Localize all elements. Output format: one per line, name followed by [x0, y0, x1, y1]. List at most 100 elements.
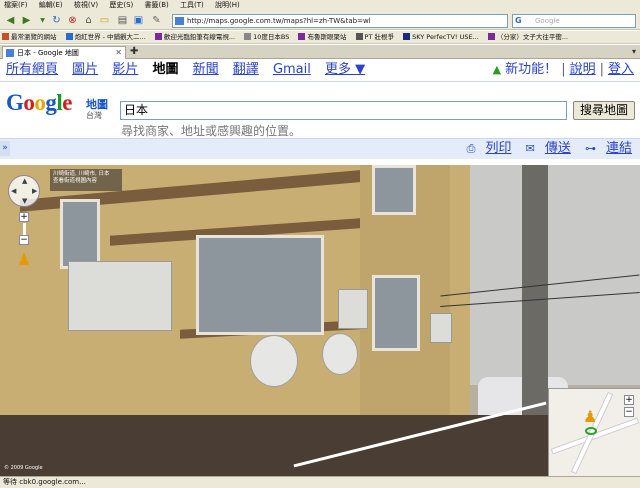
air-conditioner	[430, 313, 452, 343]
nav-link-images[interactable]: 圖片	[72, 62, 98, 77]
browser-tab[interactable]: 日本 - Google 地圖 ✕	[2, 46, 126, 59]
window-icon[interactable]: ▣	[132, 14, 145, 27]
bookmark-icon	[298, 33, 306, 40]
url-field[interactable]: http://maps.google.com.tw/maps?hl=zh-TW&…	[172, 14, 508, 28]
air-conditioner	[68, 261, 172, 331]
street-view-panorama[interactable]: 川崎街道, 川崎市, 日本 查看街道視圖內容 ▲ ▼ ◀ ▶ + − ♟ © 2…	[0, 165, 640, 476]
browser-menubar: 檔案(F) 編輯(E) 檢視(V) 歷史(S) 書籤(B) 工具(T) 說明(H…	[0, 0, 640, 11]
pan-left-icon[interactable]: ◀	[11, 187, 16, 195]
bookmark-icon	[244, 33, 252, 40]
back-arrow-icon[interactable]: ◀	[4, 14, 17, 27]
tab-favicon-icon	[6, 49, 14, 57]
bookmark-item[interactable]: 炮紅世界 - 中鋪觀大二...	[65, 33, 146, 41]
bookmark-item[interactable]: 10度日本BS	[244, 33, 289, 41]
nav-link-maps-active: 地圖	[152, 62, 179, 77]
menu-history[interactable]: 歷史(S)	[109, 1, 133, 9]
mini-map[interactable]: + − ♟	[548, 388, 640, 476]
search-hint: 尋找商家、地址或感興趣的位置。	[121, 124, 302, 138]
window	[372, 165, 416, 215]
bookmark-item[interactable]: SKY PerfecTV! USE...	[403, 33, 479, 41]
nav-link-translate[interactable]: 翻譯	[233, 62, 259, 77]
browser-navbar: ◀ ▶ ▼ ↻ ⊗ ⌂ ▭ ▤ ▣ ✎ http://maps.google.c…	[0, 11, 640, 30]
pegman-icon[interactable]: ♟	[15, 249, 33, 271]
menu-view[interactable]: 檢視(V)	[74, 1, 98, 9]
forward-arrow-icon[interactable]: ▶	[20, 14, 33, 27]
page-icon[interactable]: ▤	[116, 14, 129, 27]
nav-link-videos[interactable]: 影片	[112, 62, 138, 77]
zoom-slider[interactable]	[23, 223, 26, 235]
bookmark-icon	[65, 33, 73, 40]
collapse-panel-icon[interactable]: »	[0, 141, 10, 156]
print-icon[interactable]: ⎙	[467, 142, 476, 155]
close-tab-icon[interactable]: ✕	[115, 47, 122, 59]
pan-control[interactable]: ▲ ▼ ◀ ▶	[8, 175, 40, 207]
site-favicon-icon	[175, 17, 184, 25]
tag-icon[interactable]: ✎	[150, 14, 163, 27]
bookmark-icon	[403, 33, 411, 40]
satellite-dish	[322, 333, 358, 375]
new-feature-link[interactable]: 新功能！	[505, 62, 557, 77]
new-feature-flask-icon: ▲	[492, 63, 502, 76]
folder-icon[interactable]: ▭	[98, 14, 111, 27]
google-search-engine-icon[interactable]: G	[515, 16, 525, 26]
mail-icon[interactable]: ✉	[526, 142, 535, 155]
print-link[interactable]: 列印	[485, 141, 511, 156]
mini-map-location-ring-icon	[585, 427, 597, 435]
bookmark-item[interactable]: （分家）文子大往平衝...	[487, 33, 568, 41]
street-view-details-link[interactable]: 查看街道視圖內容	[53, 178, 119, 185]
link-chain-icon[interactable]: ⊶	[585, 142, 596, 155]
reload-icon[interactable]: ↻	[50, 14, 63, 27]
google-logo[interactable]: Google	[6, 91, 72, 115]
menu-edit[interactable]: 編輯(E)	[39, 1, 63, 9]
menu-tools[interactable]: 工具(T)	[180, 1, 204, 9]
google-nav-bar: 所有網頁 圖片 影片 地圖 新聞 翻譯 Gmail 更多 ▼ ▲ 新功能！ | 說明…	[0, 60, 640, 82]
zoom-in-icon[interactable]: +	[19, 212, 29, 222]
pan-down-icon[interactable]: ▼	[22, 197, 27, 205]
maps-search-input[interactable]: 日本	[120, 101, 567, 120]
browser-search-placeholder: Google	[535, 17, 560, 25]
pan-up-icon[interactable]: ▲	[22, 177, 27, 185]
street-view-address: 川崎街道, 川崎市, 日本	[53, 171, 110, 177]
bookmark-icon	[355, 33, 363, 40]
nav-link-web[interactable]: 所有網頁	[6, 62, 58, 77]
satellite-dish	[250, 335, 298, 387]
bookmark-item[interactable]: 歡迎光臨鉛筆有線電視...	[154, 33, 235, 41]
nav-link-more[interactable]: 更多 ▼	[325, 62, 365, 77]
mini-map-zoom-out-icon[interactable]: −	[624, 407, 634, 417]
nav-link-news[interactable]: 新聞	[193, 62, 219, 77]
help-link[interactable]: 說明	[570, 62, 596, 77]
stop-icon[interactable]: ⊗	[66, 14, 79, 27]
browser-search-input[interactable]: G Google	[512, 14, 636, 28]
browser-status-bar: 等待 cbk0.google.com...	[0, 476, 640, 488]
link-link[interactable]: 連結	[606, 141, 632, 156]
all-tabs-icon[interactable]: ▾	[632, 46, 636, 58]
logo-region-label: 台灣	[86, 111, 102, 120]
send-link[interactable]: 傳送	[545, 141, 571, 156]
home-icon[interactable]: ⌂	[82, 14, 95, 27]
login-link[interactable]: 登入	[608, 62, 634, 77]
nav-link-gmail[interactable]: Gmail	[273, 62, 311, 77]
fence	[0, 415, 560, 476]
bookmark-icon	[2, 33, 9, 40]
window	[196, 235, 324, 335]
url-text: http://maps.google.com.tw/maps?hl=zh-TW&…	[187, 17, 371, 25]
street-view-address-box[interactable]: 川崎街道, 川崎市, 日本 查看街道視圖內容	[50, 169, 122, 191]
mini-map-pegman-icon[interactable]: ♟	[583, 407, 597, 427]
map-toolbar: » ⎙ 列印 ✉ 傳送 ⊶ 連結	[0, 138, 640, 159]
zoom-out-icon[interactable]: −	[19, 235, 29, 245]
menu-bookmarks[interactable]: 書籤(B)	[145, 1, 169, 9]
new-tab-icon[interactable]: ✚	[130, 46, 138, 58]
copyright-text: © 2009 Google	[4, 465, 43, 471]
window	[372, 275, 420, 351]
bookmark-item[interactable]: PT 壯根爭	[355, 33, 394, 41]
pan-right-icon[interactable]: ▶	[32, 187, 37, 195]
menu-help[interactable]: 說明(H)	[215, 1, 240, 9]
history-dropdown-icon[interactable]: ▼	[36, 14, 49, 27]
bookmark-item[interactable]: 布魯斯眼聚站	[298, 33, 346, 41]
mini-map-zoom-in-icon[interactable]: +	[624, 395, 634, 405]
bookmark-item[interactable]: 最常瀏覽的網站	[2, 33, 57, 41]
bookmark-icon	[487, 33, 495, 40]
search-maps-button[interactable]: 搜尋地圖	[573, 101, 635, 120]
tab-title: 日本 - Google 地圖	[17, 49, 79, 57]
menu-file[interactable]: 檔案(F)	[4, 1, 28, 9]
